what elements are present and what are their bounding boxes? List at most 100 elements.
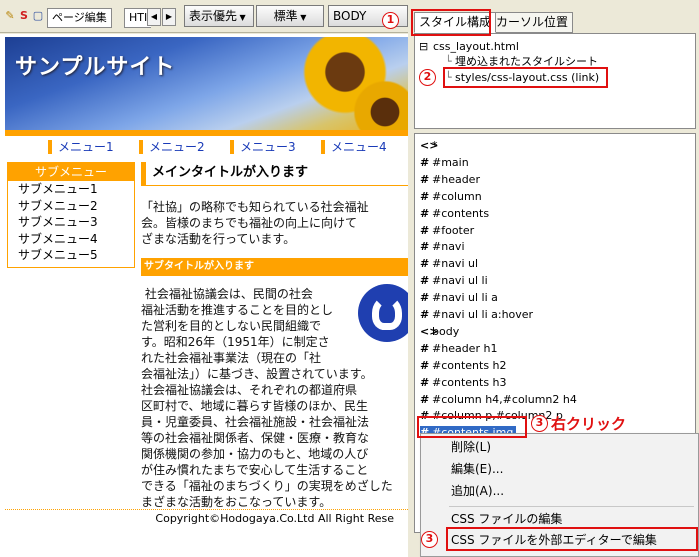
tab-cursor-position[interactable]: カーソル位置 — [491, 12, 574, 33]
menu-item[interactable]: メニュー4 — [321, 140, 387, 154]
menu-edit-css[interactable]: CSS ファイルの編集 — [451, 510, 562, 528]
header-banner: サンプルサイト — [5, 37, 408, 130]
selector-item[interactable]: # #navi ul — [420, 257, 478, 271]
body-paragraph: 社会福祉協議会は、民間の社会 福祉活動を推進することを目的とし た営利を目的とし… — [141, 287, 393, 509]
logo-mark — [372, 296, 402, 330]
id-selector-icon: # — [420, 206, 430, 220]
step-marker: 1 — [382, 12, 399, 29]
id-selector-icon: # — [420, 223, 430, 237]
document-icon[interactable]: ▢ — [31, 9, 45, 23]
selector-item[interactable]: # #navi ul li — [420, 274, 488, 288]
id-selector-icon: # — [420, 189, 430, 203]
menu-separator — [449, 506, 694, 507]
menu-delete[interactable]: 削除(L) — [451, 438, 491, 456]
selector-label: #navi ul li a — [432, 291, 498, 305]
tag-selector-icon: <> — [420, 139, 439, 152]
selector-item[interactable]: # #navi ul li a — [420, 291, 498, 305]
submenu-item[interactable]: サブメニュー3 — [8, 214, 134, 231]
chevron-down-icon: ▼ — [237, 13, 246, 22]
menu-edit[interactable]: 編集(E)... — [451, 460, 503, 478]
standard-dropdown[interactable]: 標準 ▼ — [256, 5, 324, 27]
navigation-menu: メニュー1 メニュー2 メニュー3 メニュー4 — [5, 130, 408, 154]
id-selector-icon: # — [420, 308, 430, 321]
selector-item[interactable]: # #contents h3 — [420, 376, 507, 390]
submenu-item[interactable]: サブメニュー4 — [8, 231, 134, 248]
copyright-footer: Copyright©Hodogaya.Co.Ltd All Right Rese — [5, 509, 408, 527]
selector-item[interactable]: # #footer — [420, 224, 474, 238]
selector-item[interactable]: # #contents — [420, 207, 489, 221]
selector-item[interactable]: # #header h1 — [420, 342, 497, 356]
standard-label: 標準 — [273, 9, 298, 23]
submenu-box: サブメニュー サブメニュー1 サブメニュー2 サブメニュー3 サブメニュー4 サ… — [7, 162, 135, 268]
selector-item[interactable]: <>* — [420, 139, 438, 153]
highlight-style-tab — [411, 9, 491, 36]
main-title: メインタイトルが入ります — [141, 162, 408, 186]
chevron-down-icon: ▼ — [297, 13, 307, 22]
id-selector-icon: # — [420, 240, 430, 254]
id-selector-icon: # — [420, 155, 430, 169]
id-selector-icon: # — [420, 291, 430, 305]
selector-label: #navi ul — [432, 257, 479, 271]
id-selector-icon: # — [420, 358, 430, 372]
id-selector-icon: # — [420, 257, 430, 271]
editor-toolbar: ✎ S ▢ ページ編集 HTI ◀ ▶ 表示優先 ▼ 標準 ▼ BODY — [0, 0, 408, 33]
selector-item[interactable]: # #column — [420, 190, 482, 204]
id-selector-icon: # — [420, 274, 430, 288]
highlight-css-link — [443, 67, 608, 88]
menu-item[interactable]: メニュー2 — [139, 140, 205, 154]
id-selector-icon: # — [420, 392, 430, 406]
intro-paragraph: 「社協」の略称でも知られている社会福祉 会。皆様のまちでも福祉の向上に向けて ざ… — [141, 200, 369, 246]
selector-label: #navi ul li — [432, 274, 488, 288]
tag-selector-icon: <> — [420, 324, 439, 338]
selector-item[interactable]: # #navi ul li a:hover — [420, 308, 533, 322]
selector-label: #main — [432, 155, 469, 169]
menu-item[interactable]: メニュー1 — [48, 140, 114, 154]
submenu-title: サブメニュー — [8, 163, 134, 181]
selector-item[interactable]: # #column h4,#column2 h4 — [420, 393, 577, 407]
selector-label: #header h1 — [432, 341, 498, 355]
display-priority-label: 表示優先 — [189, 9, 238, 23]
selector-item[interactable]: <>body — [420, 325, 459, 339]
step-marker: 3 — [531, 415, 548, 432]
selector-label: * — [432, 139, 438, 152]
site-title: サンプルサイト — [15, 55, 176, 80]
selector-label: #column — [432, 189, 482, 203]
submenu-item[interactable]: サブメニュー5 — [8, 247, 134, 264]
highlight-external-editor — [446, 527, 698, 551]
id-selector-icon: # — [420, 341, 430, 355]
step-marker: 2 — [419, 69, 436, 86]
submenu-item[interactable]: サブメニュー2 — [8, 198, 134, 215]
selector-label: #contents — [432, 206, 490, 220]
selector-label: #contents h2 — [432, 358, 507, 372]
pencil-icon[interactable]: ✎ — [3, 9, 17, 23]
selector-label: #header — [432, 172, 480, 186]
collapse-icon[interactable]: ⊟ — [419, 40, 428, 54]
selector-label: #column h4,#column2 h4 — [432, 392, 577, 406]
selector-item[interactable]: # #navi — [420, 240, 465, 254]
tab-scroll-right-icon[interactable]: ▶ — [162, 8, 176, 26]
subtitle-bar: サブタイトルが入ります — [141, 258, 408, 276]
selector-label: #footer — [432, 223, 475, 237]
selector-label: #navi ul li a:hover — [432, 308, 534, 321]
highlight-contents-img — [417, 416, 527, 438]
id-selector-icon: # — [420, 172, 430, 186]
menu-item[interactable]: メニュー3 — [230, 140, 296, 154]
tree-item-html[interactable]: css_layout.html — [433, 40, 519, 54]
page-preview[interactable]: サンプルサイト メニュー1 メニュー2 メニュー3 メニュー4 サブメニュー サ… — [0, 34, 408, 557]
selector-label: body — [432, 324, 460, 338]
step-marker: 3 — [421, 531, 438, 548]
tab-scroll-left-icon[interactable]: ◀ — [147, 8, 161, 26]
selector-label: #navi — [432, 240, 465, 254]
id-selector-icon: # — [420, 375, 430, 389]
selector-item[interactable]: # #main — [420, 156, 469, 170]
selector-item[interactable]: # #header — [420, 173, 480, 187]
display-priority-dropdown[interactable]: 表示優先 ▼ — [184, 5, 254, 27]
menu-add[interactable]: 追加(A)... — [451, 482, 504, 500]
organization-logo — [358, 284, 408, 342]
selector-item[interactable]: # #contents h2 — [420, 359, 507, 373]
tab-page-edit[interactable]: ページ編集 — [47, 8, 112, 28]
style-icon[interactable]: S — [17, 9, 31, 23]
right-click-note: 右クリック — [551, 415, 627, 433]
selector-label: #contents h3 — [432, 375, 507, 389]
submenu-item[interactable]: サブメニュー1 — [8, 181, 134, 198]
